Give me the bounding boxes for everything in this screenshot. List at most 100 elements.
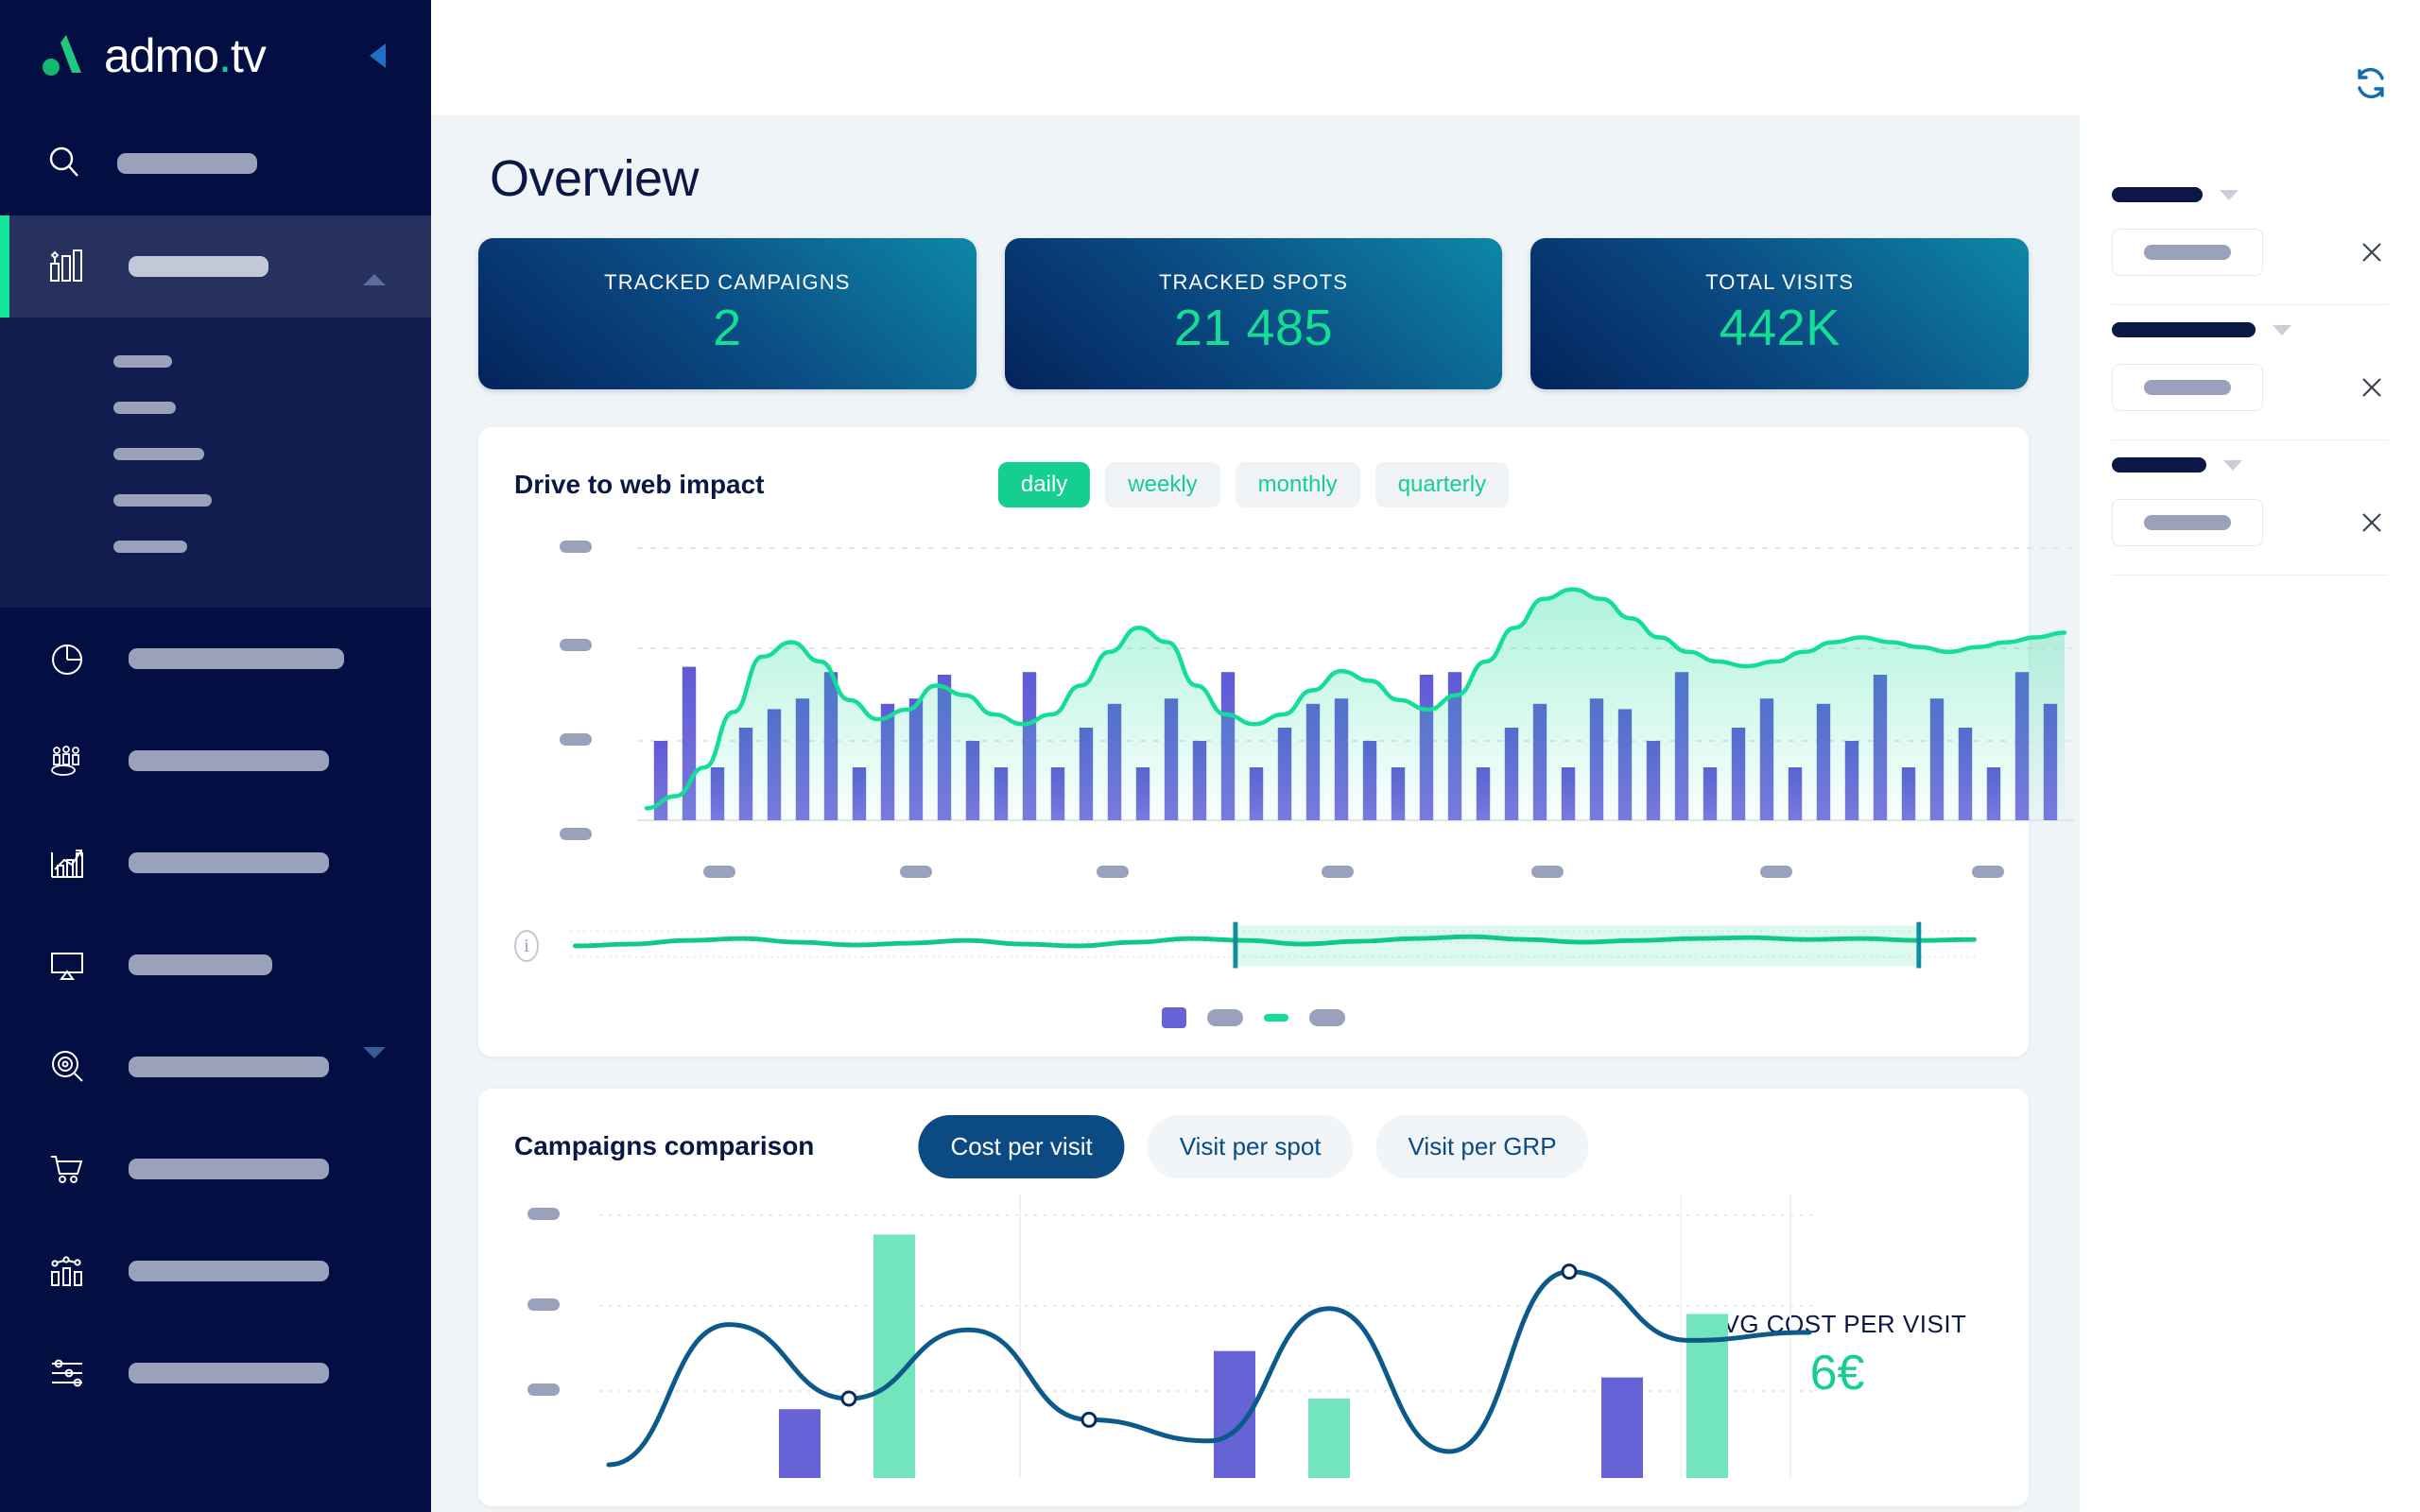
filter-value-row <box>2112 229 2388 276</box>
sidebar-item-active[interactable] <box>0 215 431 318</box>
sidebar-item-audience[interactable] <box>0 710 431 812</box>
filter-select[interactable] <box>2112 364 2263 411</box>
sidebar-subitem[interactable] <box>0 431 431 477</box>
refresh-icon[interactable] <box>2354 66 2388 105</box>
chevron-down-icon[interactable] <box>363 1047 386 1075</box>
bar-chart-dots-icon <box>45 1249 95 1293</box>
shopping-cart-icon <box>45 1147 95 1191</box>
sidebar-subitem[interactable] <box>0 524 431 570</box>
filter-group <box>2112 440 2388 576</box>
sidebar-item-cart[interactable] <box>0 1118 431 1220</box>
campaigns-comparison-card: Campaigns comparison Cost per visit Visi… <box>478 1089 2029 1506</box>
campaigns-plot <box>599 1194 1819 1478</box>
chevron-down-icon[interactable] <box>2223 459 2242 471</box>
x-tick-label <box>1322 866 1354 878</box>
y-tick-label <box>527 1383 560 1396</box>
admotv-logo-icon <box>38 29 91 82</box>
close-icon[interactable] <box>2356 371 2388 404</box>
kpi-row: TRACKED CAMPAIGNS 2 TRACKED SPOTS 21 485… <box>478 238 2030 389</box>
sidebar-item-analytics[interactable] <box>0 1220 431 1322</box>
sidebar-item-pie[interactable] <box>0 608 431 710</box>
content: Overview TRACKED CAMPAIGNS 2 TRACKED SPO… <box>431 0 2420 1512</box>
tab-cost-per-visit[interactable]: Cost per visit <box>918 1114 1125 1178</box>
filter-label-row <box>2112 457 2388 472</box>
tab-quarterly[interactable]: quarterly <box>1374 462 1510 507</box>
logo-tld: tv <box>230 29 267 82</box>
campaigns-comparison-body: AVG COST PER VISIT 6€ <box>514 1194 1993 1478</box>
y-tick-label <box>560 828 592 840</box>
sidebar-item-label <box>129 1363 329 1383</box>
tab-visit-per-grp[interactable]: Visit per GRP <box>1375 1114 1589 1178</box>
close-icon[interactable] <box>2356 236 2388 268</box>
chevron-down-icon[interactable] <box>2220 189 2238 200</box>
filter-label <box>2112 322 2256 337</box>
tab-daily[interactable]: daily <box>997 462 1091 507</box>
sidebar-item-label <box>129 256 268 277</box>
y-tick-label <box>527 1298 560 1311</box>
x-axis-labels <box>514 866 2004 888</box>
sidebar-item-settings[interactable] <box>0 1322 431 1424</box>
kpi-label: TRACKED CAMPAIGNS <box>604 270 851 294</box>
caret-left-icon <box>369 43 386 68</box>
sidebar-item-label <box>129 954 272 975</box>
kpi-card-total-visits: TOTAL VISITS 442K <box>1530 238 2030 389</box>
chevron-up-icon[interactable] <box>363 258 386 285</box>
y-tick-label <box>527 1208 560 1220</box>
campaigns-comparison-chart <box>514 1194 1819 1478</box>
granularity-tabs: daily weekly monthly quarterly <box>997 462 1510 507</box>
target-search-icon <box>45 1045 95 1089</box>
tab-weekly[interactable]: weekly <box>1105 462 1220 507</box>
drive-to-web-header: Drive to web impact daily weekly monthly… <box>514 459 1993 510</box>
x-tick-label <box>1972 866 2004 878</box>
chevron-down-icon[interactable] <box>2273 324 2291 335</box>
drive-to-web-card: Drive to web impact daily weekly monthly… <box>478 427 2074 1057</box>
filter-label-row <box>2112 322 2388 337</box>
logo-row: admo.tv <box>0 0 431 112</box>
sidebar-item-trending[interactable] <box>0 812 431 914</box>
drive-to-web-chart: i <box>514 527 2074 1028</box>
campaigns-comparison-header: Campaigns comparison Cost per visit Visi… <box>514 1114 1993 1178</box>
legend-swatch-bars <box>1162 1007 1186 1028</box>
x-tick-label <box>703 866 735 878</box>
campaigns-comparison-title: Campaigns comparison <box>514 1131 815 1160</box>
sidebar-subitem[interactable] <box>0 385 431 431</box>
filter-value <box>2144 245 2231 260</box>
filter-label <box>2112 187 2203 202</box>
drive-to-web-plot <box>637 547 2074 821</box>
filter-label <box>2112 457 2206 472</box>
search-input[interactable] <box>117 153 257 174</box>
sidebar-item-tv[interactable] <box>0 914 431 1016</box>
sidebar: admo.tv <box>0 0 431 1512</box>
x-tick-label <box>1097 866 1129 878</box>
range-brush[interactable]: i <box>514 913 1993 979</box>
sidebar-item-label <box>129 1261 329 1281</box>
tab-monthly[interactable]: monthly <box>1235 462 1360 507</box>
x-tick-label <box>1760 866 1792 878</box>
sidebar-item-label <box>129 750 329 771</box>
sidebar-subitem[interactable] <box>0 338 431 385</box>
sidebar-search[interactable] <box>0 112 431 215</box>
filter-select[interactable] <box>2112 499 2263 546</box>
logo-dot: . <box>218 29 232 82</box>
sidebar-subitem[interactable] <box>0 477 431 524</box>
sidebar-item-target[interactable] <box>0 1016 431 1118</box>
audience-icon <box>45 739 95 782</box>
kpi-value: 21 485 <box>1173 300 1334 356</box>
filter-group <box>2112 305 2388 440</box>
tab-visit-per-spot[interactable]: Visit per spot <box>1147 1114 1354 1178</box>
main-area: Overview TRACKED CAMPAIGNS 2 TRACKED SPO… <box>431 0 2420 1512</box>
kpi-label: TOTAL VISITS <box>1705 270 1855 294</box>
sidebar-item-label <box>129 648 344 669</box>
x-tick-label <box>1531 866 1564 878</box>
kpi-label: TRACKED SPOTS <box>1158 270 1349 294</box>
pie-chart-icon <box>45 637 95 680</box>
brush-preview[interactable] <box>552 918 1993 974</box>
close-icon[interactable] <box>2356 507 2388 539</box>
filter-group <box>2112 170 2388 305</box>
filters-rail <box>2080 0 2420 1512</box>
sidebar-collapse-button[interactable] <box>361 40 393 72</box>
filter-select[interactable] <box>2112 229 2263 276</box>
sidebar-item-label <box>129 1159 329 1179</box>
kpi-value: 442K <box>1719 300 1841 356</box>
info-icon[interactable]: i <box>514 930 539 962</box>
